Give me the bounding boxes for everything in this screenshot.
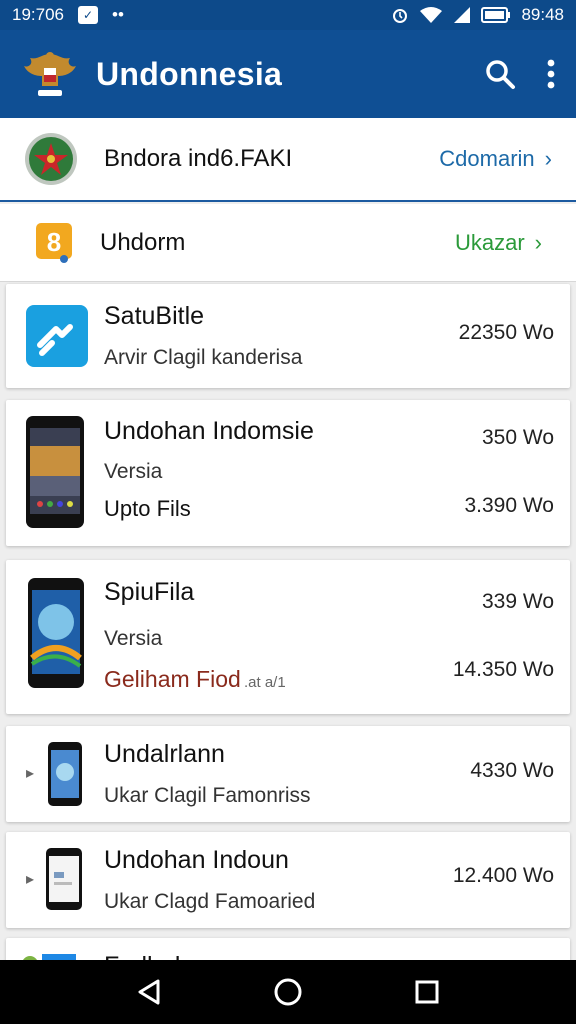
app-size-bottom: 3.390 Wo (464, 494, 554, 517)
category-row-label: Uhdorm (100, 228, 186, 256)
phone-image-icon (26, 416, 84, 528)
app-size-top: 339 Wo (482, 590, 554, 613)
search-icon[interactable] (484, 58, 516, 90)
recents-icon[interactable] (414, 979, 440, 1005)
app-icon (23, 954, 76, 960)
app-detail-small: .at a/1 (244, 674, 286, 691)
phone-image-icon (46, 848, 82, 910)
app-name: Undalrlann (104, 740, 225, 768)
category-row-link-text: Ukazar (454, 229, 525, 255)
featured-row[interactable]: Bndora ind6.FAKI Cdomarin › (0, 118, 576, 202)
phone-image-icon (48, 742, 82, 806)
app-subtitle: Arvir Clagil kanderisa (104, 346, 303, 369)
phone-image-icon (28, 578, 84, 688)
app-list: Bndora ind6.FAKI Cdomarin › 8 Uhdorm Uka… (0, 118, 576, 960)
update-app-icon: 8 (36, 222, 72, 263)
app-subtitle: Ukar Clagil Famonriss (104, 784, 311, 807)
app-card[interactable]: Frulled (6, 938, 570, 960)
app-detail: Upto Fils (104, 496, 191, 521)
app-version-label: Versia (104, 627, 163, 650)
featured-row-link-text: Cdomarin (439, 146, 535, 171)
chevron-right-icon: › (544, 146, 552, 171)
more-options-icon[interactable] (546, 58, 556, 90)
featured-row-link[interactable]: Cdomarin › (439, 146, 552, 172)
svg-text:8: 8 (47, 227, 61, 257)
app-name: SatuBitle (104, 302, 205, 330)
featured-row-label: Bndora ind6.FAKI (104, 145, 293, 172)
app-card[interactable]: SpiuFila Versia Geliham Fiod .at a/1 339… (6, 560, 570, 714)
chevron-right-icon: › (534, 229, 542, 255)
status-bar: 19:706 ✓ •• 89:48 (0, 0, 576, 30)
app-detail: Geliham Fiod (104, 666, 241, 692)
notification-icon: ✓ (78, 6, 98, 24)
app-size: 22350 Wo (458, 321, 554, 344)
app-icon (26, 305, 88, 367)
app-card[interactable]: Undohan Indomsie Versia Upto Fils 350 Wo… (6, 400, 570, 546)
app-title: Undonnesia (96, 55, 283, 92)
app-card[interactable]: ▸ Undalrlann Ukar Clagil Famonriss 4330 … (6, 726, 570, 822)
expand-chevron-icon[interactable]: ▸ (26, 869, 34, 889)
expand-chevron-icon[interactable]: ▸ (26, 763, 34, 783)
app-card[interactable]: ▸ Undohan Indoun Ukar Clagd Famoaried 12… (6, 832, 570, 928)
battery-icon (481, 7, 511, 23)
category-row-link[interactable]: Ukazar › (455, 230, 542, 256)
navigation-bar (0, 960, 576, 1024)
alarm-icon (393, 9, 408, 23)
app-name: Undohan Indoun (104, 846, 289, 874)
app-size: 12.400 Wo (452, 864, 554, 887)
app-name: Frulled (104, 952, 180, 960)
category-row[interactable]: 8 Uhdorm Ukazar › (0, 204, 576, 282)
back-icon[interactable] (136, 978, 162, 1006)
status-time: 19:706 (12, 5, 64, 24)
app-name: Undohan Indomsie (104, 417, 314, 445)
app-bar: Undonnesia (0, 30, 576, 118)
status-dots: •• (112, 5, 124, 24)
signal-icon (454, 7, 471, 23)
home-icon[interactable] (273, 977, 303, 1007)
app-size-top: 350 Wo (482, 426, 554, 449)
app-size: 4330 Wo (470, 759, 554, 782)
wifi-icon (420, 7, 443, 23)
status-right-time: 89:48 (521, 5, 564, 24)
star-emblem-icon (25, 133, 77, 185)
garuda-emblem-icon (24, 52, 76, 96)
app-size-bottom: 14.350 Wo (452, 658, 554, 681)
app-card[interactable]: SatuBitle Arvir Clagil kanderisa 22350 W… (6, 284, 570, 388)
app-subtitle: Ukar Clagd Famoaried (104, 890, 316, 913)
app-name: SpiuFila (104, 578, 195, 606)
app-version-label: Versia (104, 460, 163, 483)
